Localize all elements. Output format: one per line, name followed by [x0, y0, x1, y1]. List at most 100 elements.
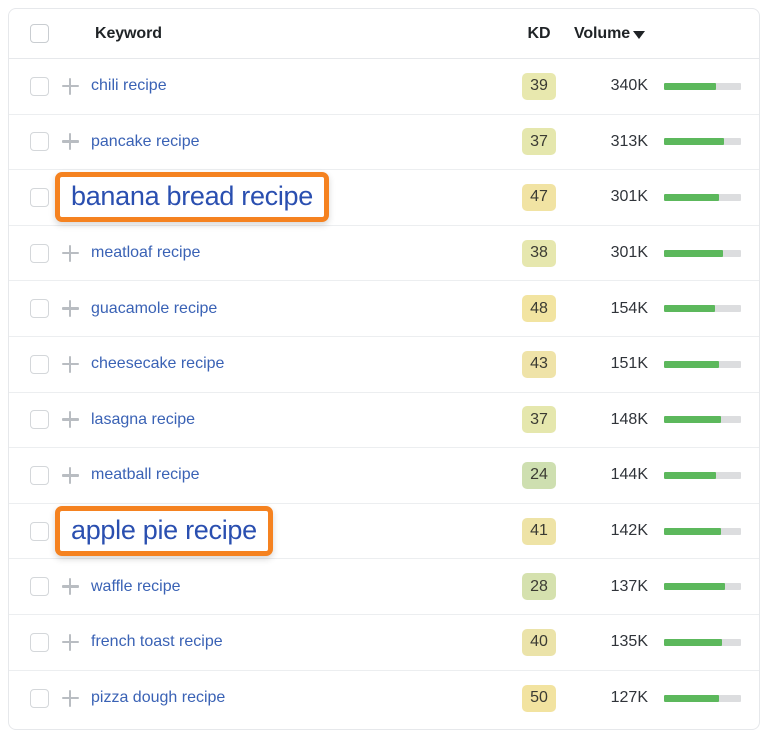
volume-bar-track [664, 416, 741, 423]
kd-badge: 24 [522, 462, 556, 489]
keyword-link[interactable]: lasagna recipe [91, 411, 195, 428]
table-row[interactable]: chili recipe39340K [9, 59, 759, 115]
volume-bar-fill [664, 639, 722, 646]
kd-cell: 37 [506, 406, 572, 433]
row-checkbox[interactable] [30, 633, 49, 652]
sort-descending-icon[interactable] [633, 31, 645, 39]
table-row[interactable]: guacamole recipe48154K [9, 281, 759, 337]
keyword-link[interactable]: guacamole recipe [91, 300, 217, 317]
row-select-cell [9, 689, 53, 708]
keyword-link[interactable]: banana bread recipe [71, 181, 313, 211]
volume-bar-cell [654, 639, 759, 646]
volume-bar-track [664, 83, 741, 90]
keyword-link[interactable]: meatball recipe [91, 466, 200, 483]
kd-cell: 41 [506, 518, 572, 545]
table-row[interactable]: french toast recipe40135K [9, 615, 759, 671]
volume-value: 148K [611, 411, 648, 428]
keyword-link[interactable]: apple pie recipe [71, 515, 257, 545]
add-keyword-cell[interactable] [53, 467, 87, 484]
add-keyword-cell[interactable] [53, 300, 87, 317]
row-checkbox[interactable] [30, 410, 49, 429]
table-row[interactable]: apple pie recipe 41 142K [9, 504, 759, 560]
row-checkbox[interactable] [30, 466, 49, 485]
keyword-link[interactable]: pancake recipe [91, 133, 200, 150]
table-row[interactable]: waffle recipe28137K [9, 559, 759, 615]
row-checkbox[interactable] [30, 132, 49, 151]
volume-bar-track [664, 138, 741, 145]
volume-bar-fill [664, 83, 716, 90]
table-body: chili recipe39340Kpancake recipe37313Kba… [9, 59, 759, 726]
plus-icon[interactable] [62, 78, 79, 95]
volume-bar-track [664, 361, 741, 368]
add-keyword-cell[interactable] [53, 578, 87, 595]
volume-bar-fill [664, 416, 721, 423]
plus-icon[interactable] [62, 467, 79, 484]
plus-icon[interactable] [62, 578, 79, 595]
keyword-link[interactable]: chili recipe [91, 77, 167, 94]
row-checkbox[interactable] [30, 355, 49, 374]
volume-value: 144K [611, 466, 648, 483]
keyword-link[interactable]: cheesecake recipe [91, 355, 224, 372]
volume-cell: 154K [572, 300, 654, 318]
volume-cell: 148K [572, 411, 654, 429]
volume-bar-track [664, 528, 741, 535]
row-checkbox[interactable] [30, 299, 49, 318]
kd-cell: 37 [506, 128, 572, 155]
add-keyword-cell[interactable] [53, 634, 87, 651]
volume-cell: 301K [572, 244, 654, 262]
add-keyword-cell[interactable] [53, 356, 87, 373]
row-checkbox[interactable] [30, 188, 49, 207]
volume-value: 340K [611, 77, 648, 94]
row-checkbox[interactable] [30, 244, 49, 263]
keyword-link[interactable]: pizza dough recipe [91, 689, 225, 706]
row-checkbox[interactable] [30, 522, 49, 541]
volume-value: 301K [611, 244, 648, 261]
header-volume-cell[interactable]: Volume [572, 25, 654, 43]
add-keyword-cell[interactable] [53, 411, 87, 428]
row-select-cell [9, 577, 53, 596]
volume-bar-cell [654, 695, 759, 702]
plus-icon[interactable] [62, 245, 79, 262]
plus-icon[interactable] [62, 690, 79, 707]
row-checkbox[interactable] [30, 689, 49, 708]
header-kd-cell[interactable]: KD [506, 25, 572, 43]
table-row[interactable]: lasagna recipe 37 148K [9, 393, 759, 449]
kd-badge: 37 [522, 406, 556, 433]
add-keyword-cell[interactable] [53, 245, 87, 262]
table-row[interactable]: meatball recipe 24 144K [9, 448, 759, 504]
volume-cell: 127K [572, 689, 654, 707]
keyword-link[interactable]: french toast recipe [91, 633, 223, 650]
table-row[interactable]: banana bread recipe47301K [9, 170, 759, 226]
plus-icon[interactable] [62, 411, 79, 428]
header-keyword-cell[interactable]: Keyword [87, 25, 506, 43]
row-checkbox[interactable] [30, 77, 49, 96]
plus-icon[interactable] [62, 300, 79, 317]
keyword-link[interactable]: meatloaf recipe [91, 244, 200, 261]
add-keyword-cell[interactable] [53, 133, 87, 150]
volume-bar-cell [654, 138, 759, 145]
kd-cell: 40 [506, 629, 572, 656]
volume-bar-fill [664, 194, 719, 201]
keyword-highlight-callout: banana bread recipe [55, 172, 329, 222]
volume-bar-track [664, 639, 741, 646]
volume-bar-cell [654, 472, 759, 479]
keyword-link[interactable]: waffle recipe [91, 578, 181, 595]
add-keyword-cell[interactable] [53, 690, 87, 707]
volume-value: 142K [611, 522, 648, 539]
add-keyword-cell[interactable] [53, 78, 87, 95]
table-row[interactable]: pizza dough recipe50127K [9, 671, 759, 727]
plus-icon[interactable] [62, 133, 79, 150]
volume-bar-cell [654, 416, 759, 423]
table-row[interactable]: pancake recipe37313K [9, 115, 759, 171]
plus-icon[interactable] [62, 356, 79, 373]
table-row[interactable]: meatloaf recipe38301K [9, 226, 759, 282]
column-header-kd: KD [527, 25, 550, 43]
row-checkbox[interactable] [30, 577, 49, 596]
kd-badge: 37 [522, 128, 556, 155]
plus-icon[interactable] [62, 634, 79, 651]
keyword-cell: lasagna recipe [87, 411, 506, 429]
select-all-checkbox[interactable] [30, 24, 49, 43]
volume-value: 154K [611, 300, 648, 317]
volume-bar-track [664, 472, 741, 479]
table-row[interactable]: cheesecake recipe43151K [9, 337, 759, 393]
